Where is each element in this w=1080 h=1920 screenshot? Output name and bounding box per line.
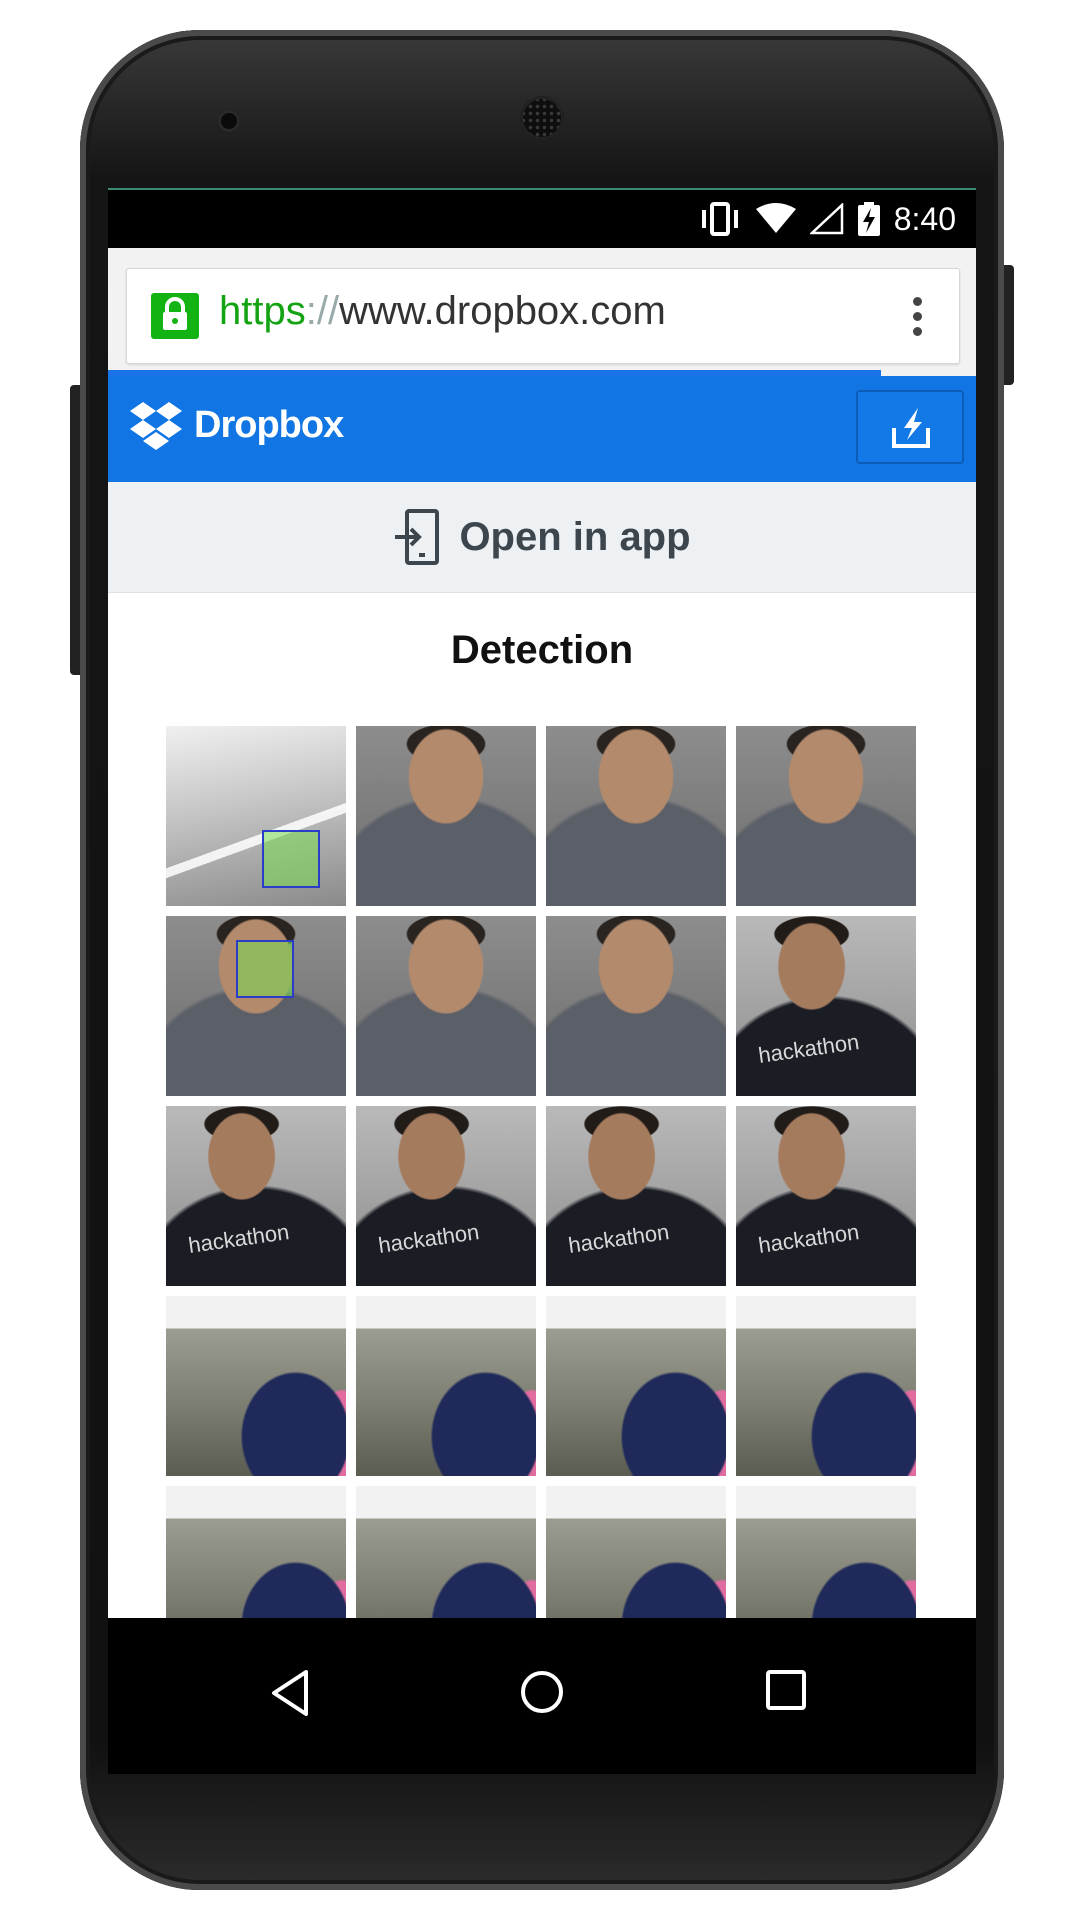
browser-toolbar: https://www.dropbox.com bbox=[108, 248, 976, 376]
lock-icon bbox=[151, 293, 199, 339]
thumbnail-grid: hackathon hackathon hackathon hackathon hack… bbox=[166, 726, 926, 1618]
photo-thumbnail[interactable] bbox=[546, 1296, 726, 1476]
status-clock: 8:40 bbox=[893, 200, 956, 237]
dropbox-header: Dropbox bbox=[108, 376, 976, 482]
photo-thumbnail[interactable] bbox=[546, 916, 726, 1096]
photo-thumbnail[interactable] bbox=[736, 1486, 916, 1618]
url-separator: :// bbox=[305, 289, 340, 333]
photo-thumbnail[interactable] bbox=[166, 916, 346, 1096]
folder-title: Detection bbox=[450, 628, 634, 672]
photo-thumbnail[interactable] bbox=[736, 1296, 916, 1476]
photo-thumbnail[interactable] bbox=[166, 726, 346, 906]
photo-thumbnail[interactable] bbox=[166, 1296, 346, 1476]
open-in-app-icon bbox=[395, 509, 440, 565]
shirt-print-text: hackathon bbox=[756, 1219, 861, 1258]
shirt-print-text: hackathon bbox=[376, 1219, 481, 1258]
home-icon[interactable] bbox=[518, 1668, 566, 1716]
face-detection-box bbox=[236, 940, 294, 998]
address-bar[interactable]: https://www.dropbox.com bbox=[126, 268, 960, 364]
download-icon bbox=[892, 408, 930, 448]
url-text: https://www.dropbox.com bbox=[219, 289, 666, 334]
photo-thumbnail[interactable] bbox=[546, 1486, 726, 1618]
screen: 8:40 https://www.dropbox.com Dropbox Ope… bbox=[108, 188, 976, 1618]
photo-thumbnail[interactable] bbox=[546, 726, 726, 906]
dropbox-box-icon bbox=[130, 402, 182, 450]
shirt-print-text: hackathon bbox=[566, 1219, 671, 1258]
open-in-app-banner[interactable]: Open in app bbox=[108, 482, 976, 593]
url-host: www.dropbox.com bbox=[339, 289, 666, 333]
open-in-app-label: Open in app bbox=[459, 514, 691, 559]
photo-thumbnail[interactable] bbox=[166, 1486, 346, 1618]
status-bar: 8:40 bbox=[108, 188, 976, 248]
shirt-print-text: hackathon bbox=[756, 1029, 861, 1068]
photo-thumbnail[interactable]: hackathon bbox=[356, 1106, 536, 1286]
wifi-icon bbox=[755, 203, 796, 233]
overflow-menu-icon[interactable] bbox=[913, 297, 923, 337]
vibrate-icon bbox=[701, 202, 738, 236]
photo-thumbnail[interactable] bbox=[356, 726, 536, 906]
navigation-bar bbox=[108, 1618, 976, 1774]
photo-thumbnail[interactable]: hackathon bbox=[736, 916, 916, 1096]
photo-thumbnail[interactable] bbox=[736, 726, 916, 906]
download-button[interactable] bbox=[856, 390, 964, 464]
url-scheme: https bbox=[219, 289, 306, 333]
earpiece-speaker bbox=[520, 96, 564, 140]
dropbox-brand: Dropbox bbox=[194, 403, 344, 446]
face-detection-box bbox=[262, 830, 320, 888]
front-camera bbox=[218, 110, 240, 132]
photo-thumbnail[interactable]: hackathon bbox=[736, 1106, 916, 1286]
photo-thumbnail[interactable]: hackathon bbox=[166, 1106, 346, 1286]
photo-thumbnail[interactable]: hackathon bbox=[546, 1106, 726, 1286]
photo-thumbnail[interactable] bbox=[356, 1296, 536, 1476]
battery-charging-icon bbox=[857, 202, 880, 236]
dropbox-logo[interactable]: Dropbox bbox=[128, 400, 344, 450]
recents-icon[interactable] bbox=[764, 1668, 808, 1712]
back-icon[interactable] bbox=[268, 1668, 312, 1718]
shirt-print-text: hackathon bbox=[186, 1219, 291, 1258]
cell-signal-icon bbox=[809, 203, 843, 235]
photo-thumbnail[interactable] bbox=[356, 916, 536, 1096]
photo-thumbnail[interactable] bbox=[356, 1486, 536, 1618]
